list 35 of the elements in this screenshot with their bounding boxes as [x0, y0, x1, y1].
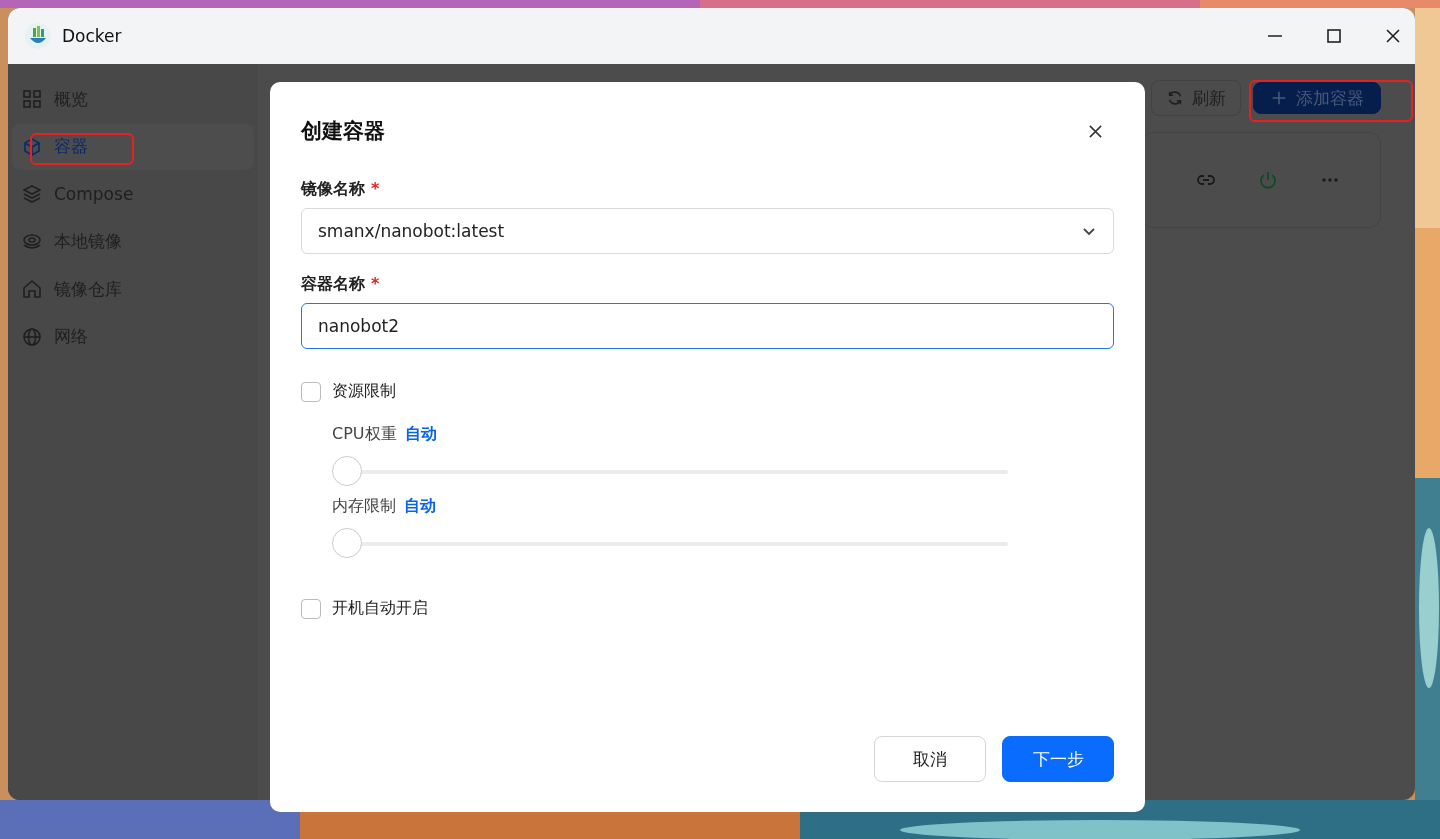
window-title: Docker	[62, 26, 122, 46]
cancel-button[interactable]: 取消	[874, 736, 986, 782]
required-mark: *	[371, 179, 380, 200]
close-icon[interactable]	[1088, 123, 1103, 139]
slider-handle[interactable]	[332, 456, 362, 486]
cube-icon	[22, 136, 42, 157]
checkbox[interactable]	[301, 381, 321, 402]
image-select[interactable]: smanx/nanobot:latest	[301, 208, 1114, 254]
checkbox-label: 资源限制	[332, 381, 396, 402]
close-icon[interactable]	[1385, 28, 1401, 44]
layers-icon	[22, 184, 42, 204]
dialog-title: 创建容器	[301, 118, 385, 145]
field-label: 镜像名称	[301, 179, 365, 200]
plus-icon	[1270, 89, 1288, 107]
sidebar-item[interactable]: 容器	[12, 123, 254, 170]
field-label: 容器名称	[301, 274, 365, 295]
checkbox[interactable]	[301, 598, 321, 619]
maximize-icon[interactable]	[1326, 28, 1342, 44]
globe-icon	[22, 326, 42, 347]
slider-handle[interactable]	[332, 528, 362, 558]
slider-value: 自动	[404, 496, 436, 517]
app-logo-icon	[24, 22, 52, 50]
house-icon	[22, 279, 42, 299]
disk-icon	[22, 231, 42, 252]
grid-icon	[22, 89, 42, 109]
checkbox-label: 开机自动开启	[332, 598, 428, 619]
slider-value: 自动	[404, 424, 437, 445]
input-field[interactable]: nanobot2	[301, 303, 1114, 349]
next-button[interactable]: 下一步	[1002, 736, 1114, 782]
power-icon[interactable]	[1258, 170, 1278, 190]
slider-label: CPU权重	[332, 424, 397, 445]
refresh-icon	[1166, 89, 1184, 107]
add-container-button[interactable]: 添加容器	[1253, 82, 1381, 114]
required-mark: *	[371, 274, 380, 295]
slider-label: 内存限制	[332, 496, 396, 517]
